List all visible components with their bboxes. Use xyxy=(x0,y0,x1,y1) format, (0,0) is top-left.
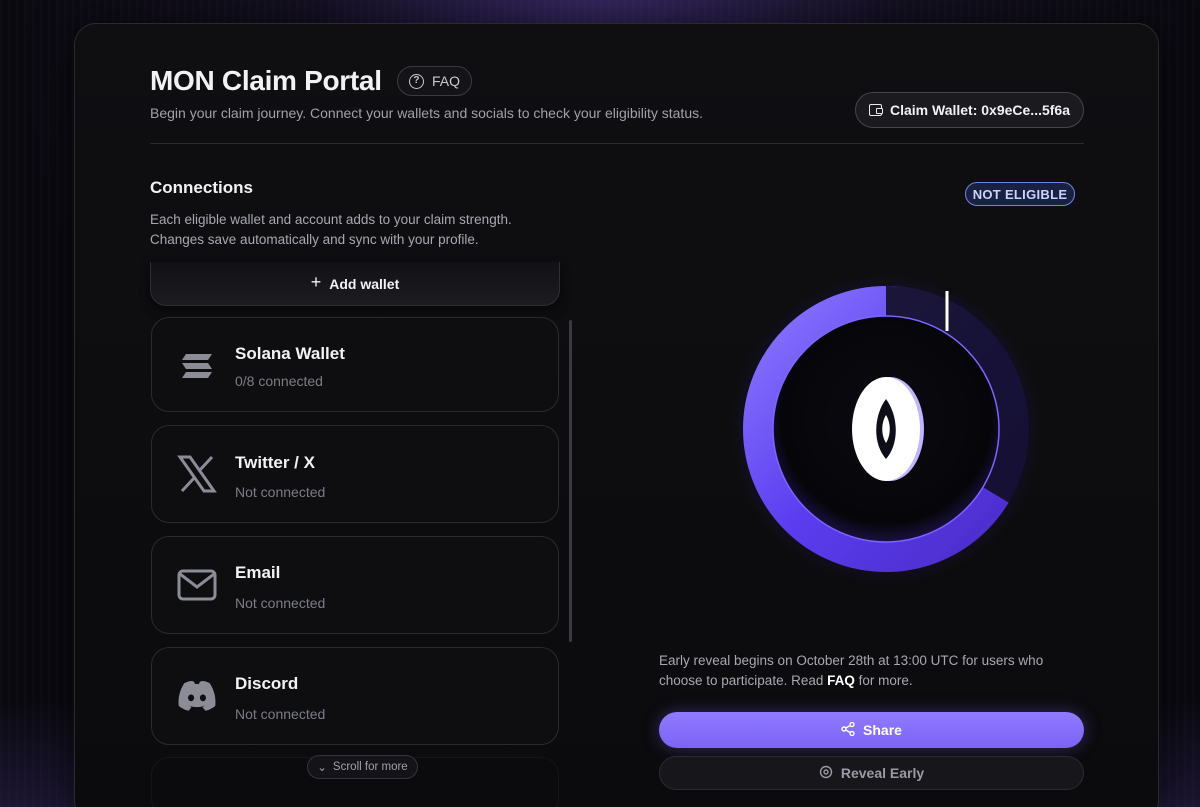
solana-icon xyxy=(176,346,218,386)
connection-name: Email xyxy=(235,563,281,582)
early-reveal-text-end: for more. xyxy=(854,673,913,688)
connections-description: Each eligible wallet and account adds to… xyxy=(150,210,570,250)
connections-description-line2: Changes save automatically and sync with… xyxy=(150,232,479,247)
reveal-early-button[interactable]: Reveal Early xyxy=(659,756,1084,790)
eligibility-ring xyxy=(730,269,1042,585)
claim-wallet-label: Claim Wallet: 0x9eCe...5f6a xyxy=(889,102,1070,118)
add-wallet-label: Add wallet xyxy=(329,275,400,292)
connection-card-discord[interactable]: Discord Not connected xyxy=(151,647,559,745)
connection-status: Not connected xyxy=(235,484,326,500)
eligibility-status-badge: NOT ELIGIBLE xyxy=(965,182,1075,206)
connection-name: Discord xyxy=(235,674,299,693)
connections-description-line1: Each eligible wallet and account adds to… xyxy=(150,212,512,227)
early-reveal-text: Early reveal begins on October 28th at 1… xyxy=(659,651,1089,691)
faq-link[interactable]: FAQ xyxy=(827,673,855,688)
connection-status: 0/8 connected xyxy=(235,373,323,389)
claim-portal-panel: MON Claim Portal ? FAQ Begin your claim … xyxy=(74,23,1159,807)
reveal-early-label: Reveal Early xyxy=(840,765,925,781)
discord-icon xyxy=(176,676,218,716)
add-wallet-button[interactable]: + Add wallet xyxy=(150,262,560,306)
eye-icon xyxy=(819,765,833,782)
x-icon xyxy=(176,454,218,494)
scroll-for-more-button[interactable]: ⌄ Scroll for more xyxy=(307,755,418,779)
question-icon: ? xyxy=(408,73,424,89)
connection-card-solana[interactable]: Solana Wallet 0/8 connected xyxy=(151,317,559,412)
wallet-icon xyxy=(868,104,883,116)
connection-status: Not connected xyxy=(235,706,326,722)
faq-button[interactable]: ? FAQ xyxy=(397,66,472,96)
connections-title: Connections xyxy=(150,178,253,197)
scroll-for-more-label: Scroll for more xyxy=(332,761,408,773)
share-icon xyxy=(841,721,855,739)
mail-icon xyxy=(176,565,218,605)
connection-card-email[interactable]: Email Not connected xyxy=(151,536,559,634)
chevron-down-icon: ⌄ xyxy=(317,762,327,774)
connections-scrollbar[interactable] xyxy=(569,320,572,642)
connection-status: Not connected xyxy=(235,595,326,611)
claim-wallet-button[interactable]: Claim Wallet: 0x9eCe...5f6a xyxy=(855,92,1084,128)
connection-card-twitter[interactable]: Twitter / X Not connected xyxy=(151,425,559,523)
header-divider xyxy=(150,143,1084,144)
connection-name: Twitter / X xyxy=(235,453,315,472)
page-title: MON Claim Portal xyxy=(150,65,382,96)
connection-name: Solana Wallet xyxy=(235,344,345,363)
faq-label: FAQ xyxy=(431,73,460,89)
plus-icon: + xyxy=(310,272,322,292)
page-subtitle: Begin your claim journey. Connect your w… xyxy=(150,105,703,121)
share-label: Share xyxy=(863,722,902,738)
share-button[interactable]: Share xyxy=(659,712,1084,748)
